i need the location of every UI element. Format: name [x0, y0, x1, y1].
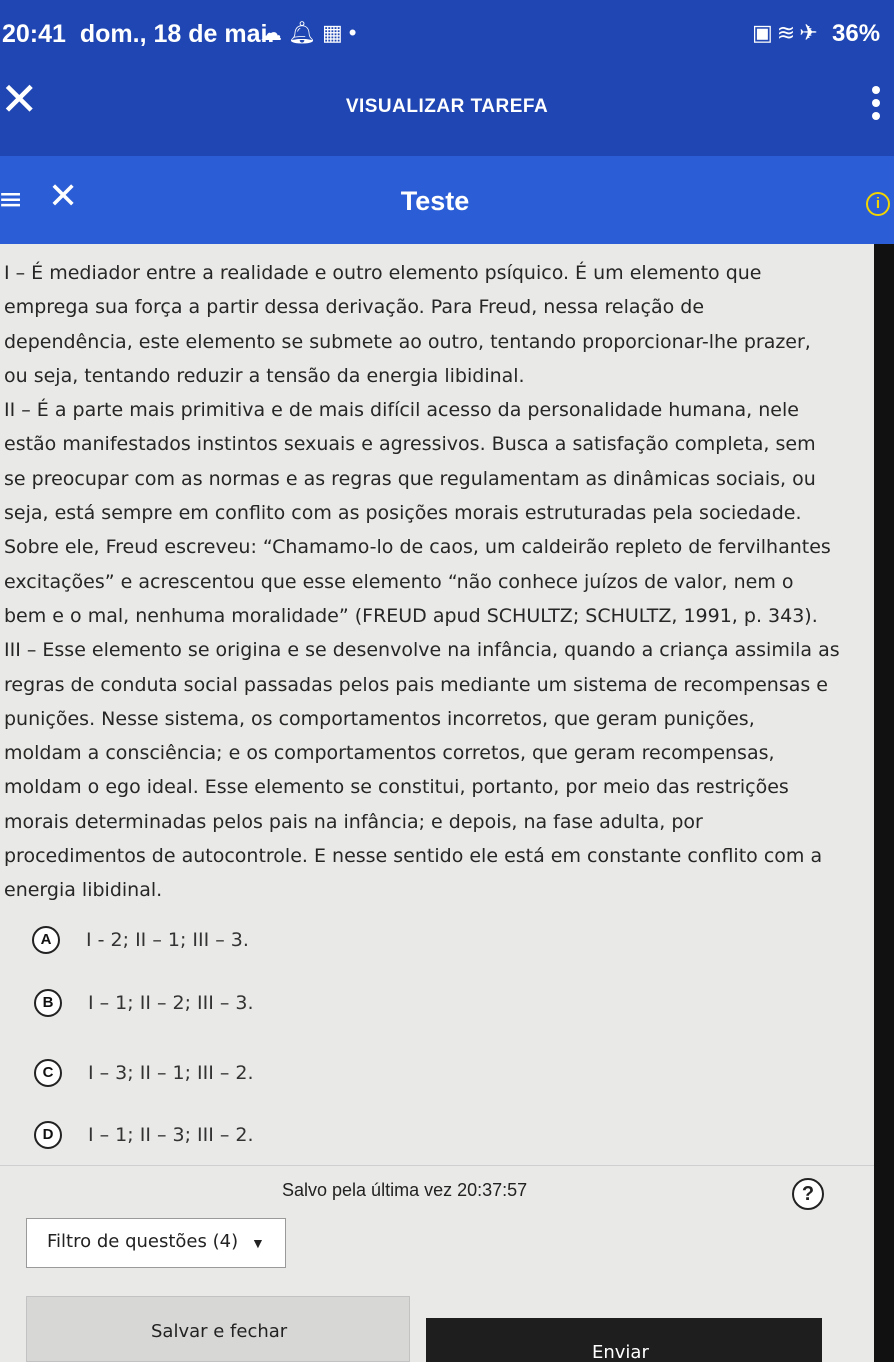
question-line: I – É mediador entre a realidade e outro… — [4, 262, 762, 284]
status-notification-icons: ☁🔔︎▦• — [260, 20, 362, 46]
saved-time: 20:37:57 — [457, 1180, 528, 1200]
option-c[interactable]: C I – 3; II – 1; III – 2. — [34, 1058, 254, 1088]
question-line: Sobre ele, Freud escreveu: “Chamamo-lo d… — [4, 536, 831, 559]
question-line: emprega sua força a partir dessa derivaç… — [4, 296, 705, 319]
option-text: I – 1; II – 3; III – 2. — [88, 1124, 254, 1146]
app-bar-title: VISUALIZAR TAREFA — [345, 96, 549, 117]
option-text: I – 3; II – 1; III – 2. — [88, 1062, 254, 1084]
more-vert-icon[interactable] — [868, 86, 890, 125]
option-letter: C — [34, 1059, 62, 1087]
dot-icon: • — [348, 20, 363, 45]
question-line: moldam o ego ideal. Esse elemento se con… — [4, 776, 789, 799]
option-a[interactable]: A I - 2; II – 1; III – 3. — [32, 925, 249, 955]
test-title: Teste — [400, 186, 470, 216]
question-line: regras de conduta social passadas pelos … — [4, 673, 828, 696]
cloud-icon: ☁ — [260, 20, 288, 45]
last-saved-status: Salvo pela última vez 20:37:57 — [282, 1180, 527, 1201]
info-icon[interactable]: i — [866, 192, 890, 216]
option-text: I - 2; II – 1; III – 3. — [86, 929, 249, 951]
question-line: ou seja, tentando reduzir a tensão da en… — [4, 364, 525, 387]
question-line: bem e o mal, nenhuma moralidade” (FREUD … — [4, 604, 818, 627]
question-line: se preocupar com as normas e as regras q… — [4, 467, 816, 490]
save-button-label: Salvar e fechar — [151, 1321, 288, 1342]
option-letter: A — [32, 926, 60, 954]
calendar-icon: ▦ — [321, 20, 349, 45]
option-b[interactable]: B I – 1; II – 2; III – 3. — [34, 988, 254, 1018]
filter-label: Filtro de questões (4) — [47, 1231, 239, 1252]
question-line: II – É a parte mais primitiva e de mais … — [4, 399, 799, 422]
option-text: I – 1; II – 2; III – 3. — [88, 992, 254, 1014]
notification-bell-icon: 🔔︎ — [288, 20, 322, 45]
question-line: dependência, este elemento se submete ao… — [4, 330, 811, 353]
question-line: moldam a consciência; e os comportamento… — [4, 742, 775, 765]
save-and-close-button[interactable]: Salvar e fechar — [26, 1296, 410, 1362]
option-letter: B — [34, 989, 62, 1017]
system-status-bar: 20:41 dom., 18 de mai. ☁🔔︎▦• ▣≋✈ 36% — [0, 0, 894, 64]
submit-button[interactable]: Enviar — [426, 1318, 822, 1362]
question-filter-dropdown[interactable]: Filtro de questões (4) ▼ — [26, 1218, 286, 1268]
wifi-icon: ≋ — [776, 20, 800, 45]
question-line: excitações” e acrescentou que esse eleme… — [4, 570, 794, 593]
status-system-icons: ▣≋✈ — [752, 20, 822, 46]
saved-label: Salvo pela última vez — [282, 1180, 453, 1200]
question-line: punições. Nesse sistema, os comportament… — [4, 707, 755, 730]
app-bar: ✕ VISUALIZAR TAREFA — [0, 64, 894, 156]
question-body: I – É mediador entre a realidade e outro… — [4, 256, 874, 908]
option-d[interactable]: D I – 1; II – 3; III – 2. — [34, 1120, 254, 1150]
chevron-down-icon: ▼ — [251, 1235, 265, 1251]
question-line: seja, está sempre em conflito com as pos… — [4, 502, 802, 525]
help-icon[interactable]: ? — [792, 1178, 824, 1210]
test-header: ≡ ✕ Teste i — [0, 156, 894, 244]
battery-level: 36% — [832, 20, 881, 47]
question-line: morais determinadas pelos pais na infânc… — [4, 810, 703, 833]
question-line: III – Esse elemento se origina e se dese… — [4, 639, 840, 662]
footer-divider — [0, 1165, 894, 1166]
question-line: energia libidinal. — [4, 879, 163, 902]
question-line: procedimentos de autocontrole. E nesse s… — [4, 845, 823, 868]
question-line: estão manifestados instintos sexuais e a… — [4, 433, 816, 456]
status-date-time: 20:41 dom., 18 de mai. — [2, 20, 275, 48]
option-letter: D — [34, 1121, 62, 1149]
lock-icon: ▣ — [752, 20, 777, 45]
submit-button-label: Enviar — [592, 1342, 649, 1362]
screen-edge — [874, 244, 894, 1362]
airplane-icon: ✈ — [799, 20, 822, 45]
